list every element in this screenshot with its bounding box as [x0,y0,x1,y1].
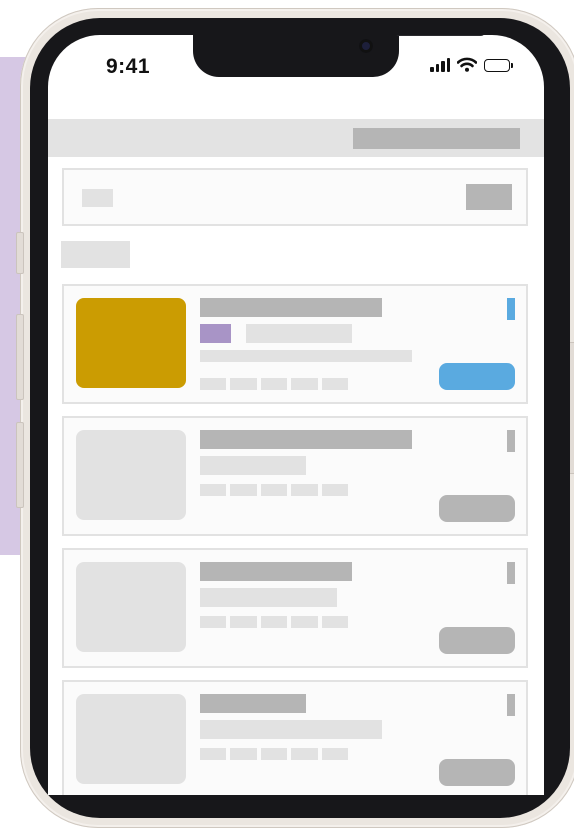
item-status-indicator [507,694,515,716]
item-subtitle-placeholder [200,720,382,739]
battery-icon [484,59,513,72]
item-subtitle-placeholder [200,588,337,607]
search-card[interactable] [62,168,528,226]
item-meta-row [200,616,348,628]
app-header-bar [48,119,544,157]
phone-screen: 9:41 [48,35,544,795]
search-button[interactable] [466,184,512,210]
item-status-indicator [507,430,515,452]
mute-switch [16,232,24,274]
item-action-button[interactable] [439,363,515,390]
item-meta-row [200,484,348,496]
item-status-indicator [507,562,515,584]
volume-down-button [16,422,24,508]
item-action-button[interactable] [439,627,515,654]
item-meta-row [200,378,348,390]
list-item[interactable] [62,284,528,404]
item-tag [200,324,231,343]
item-description-placeholder [200,350,412,362]
item-action-button[interactable] [439,759,515,786]
cellular-signal-icon [430,58,450,72]
notch [193,35,485,77]
item-subtitle-placeholder [200,456,306,475]
section-heading-placeholder [61,241,130,268]
list-item[interactable] [62,416,528,536]
status-time: 9:41 [106,55,151,78]
item-status-indicator [507,298,515,320]
list-item[interactable] [62,680,528,795]
wifi-icon [457,57,477,72]
list-item[interactable] [62,548,528,668]
item-title-placeholder [200,562,352,581]
front-camera-icon [359,39,373,53]
status-icons [430,57,513,72]
item-title-placeholder [200,694,306,713]
item-action-button[interactable] [439,495,515,522]
header-action-placeholder[interactable] [353,128,520,149]
item-meta-row [200,748,348,760]
item-thumbnail [76,694,186,784]
item-title-placeholder [200,298,382,317]
item-title-placeholder [200,430,412,449]
item-thumbnail [76,430,186,520]
item-subtitle-placeholder [246,324,352,343]
item-thumbnail [76,562,186,652]
speaker-grille [395,35,485,36]
volume-up-button [16,314,24,400]
search-input-placeholder[interactable] [82,189,113,207]
item-thumbnail [76,298,186,388]
